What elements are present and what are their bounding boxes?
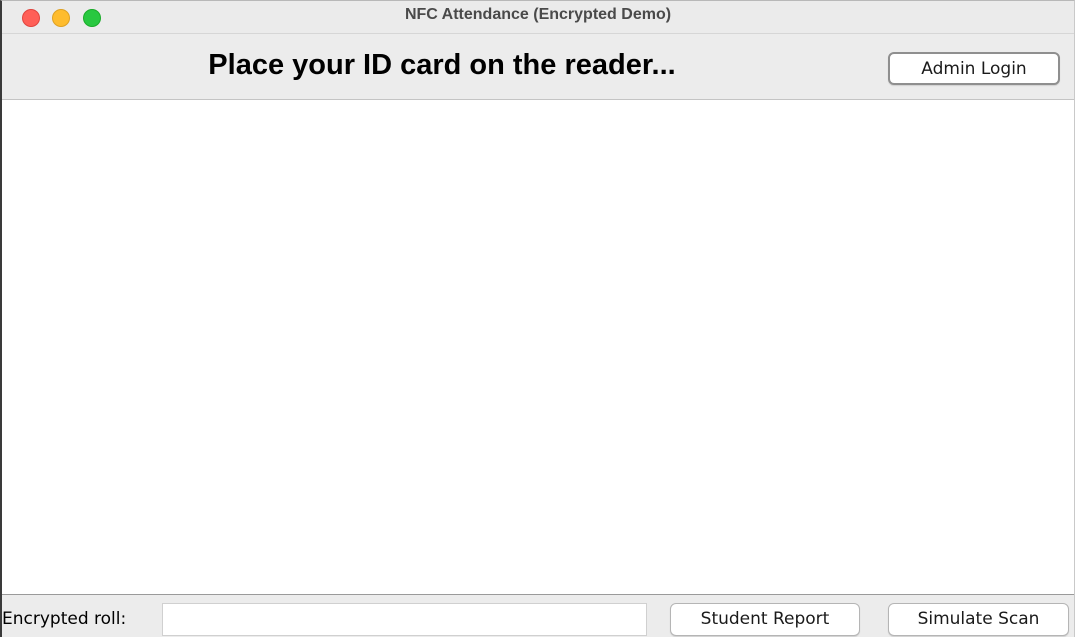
title-bar[interactable]: NFC Attendance (Encrypted Demo) [2,1,1074,34]
main-content-area [2,100,1074,594]
footer-panel: Encrypted roll: Student Report Simulate … [2,594,1074,637]
header-panel: Place your ID card on the reader... Admi… [2,41,1074,100]
student-report-button[interactable]: Student Report [670,603,860,636]
scan-prompt: Place your ID card on the reader... [208,49,676,81]
app-window: NFC Attendance (Encrypted Demo) Place yo… [0,0,1075,637]
window-title: NFC Attendance (Encrypted Demo) [404,6,672,23]
encrypted-roll-input[interactable] [162,603,647,636]
encrypted-roll-label: Encrypted roll: [2,609,127,629]
simulate-scan-button[interactable]: Simulate Scan [888,603,1069,636]
admin-login-button[interactable]: Admin Login [888,52,1060,85]
